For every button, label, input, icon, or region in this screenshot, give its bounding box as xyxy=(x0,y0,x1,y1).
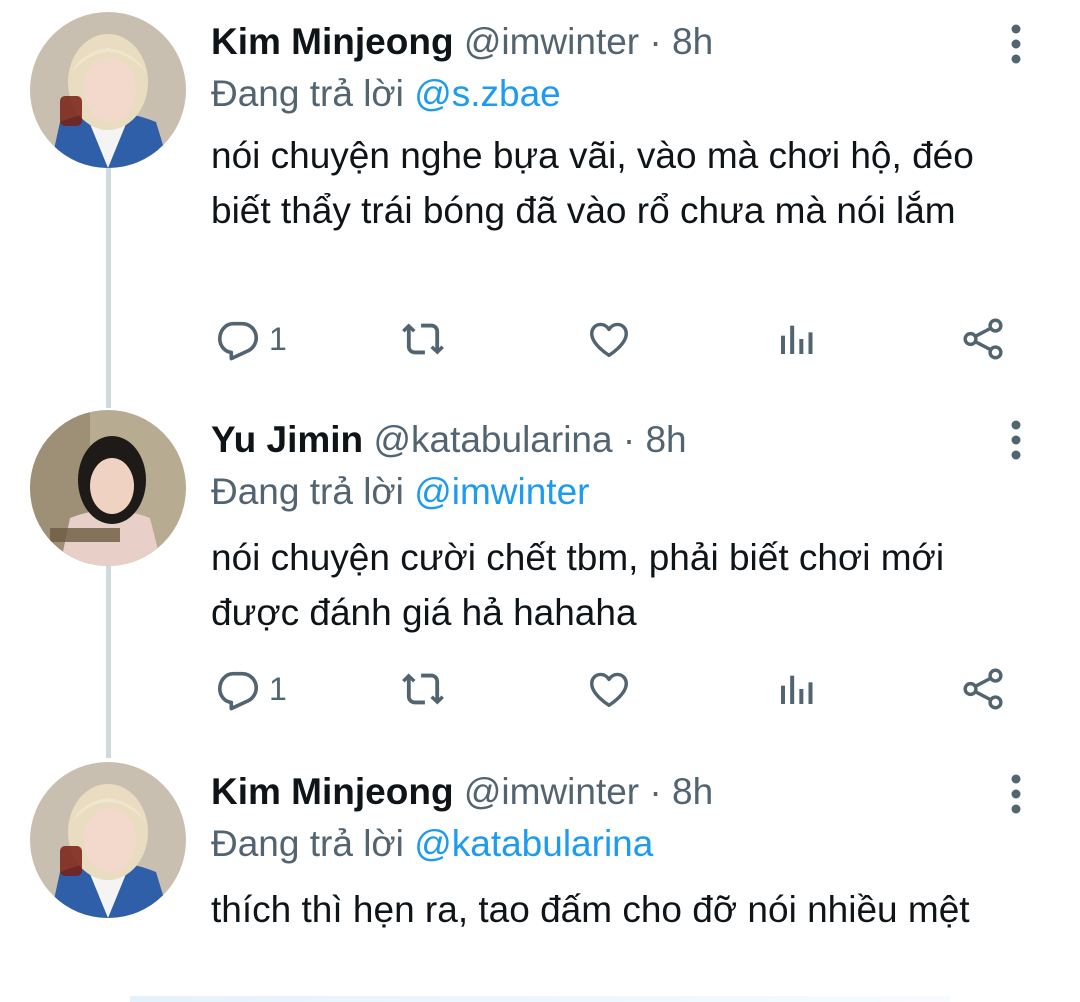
tweet[interactable]: Kim Minjeong @imwinter · 8h Đang trả lời… xyxy=(0,0,1080,392)
retweet-icon xyxy=(402,673,444,705)
views-icon xyxy=(781,325,813,354)
tweet[interactable]: Kim Minjeong @imwinter · 8h Đang trả lời… xyxy=(0,750,1080,1000)
avatar-image xyxy=(30,762,186,918)
tweet-actions: 1 xyxy=(211,664,1031,714)
avatar-image xyxy=(30,12,186,168)
share-icon xyxy=(963,318,1003,360)
reply-mention-link[interactable]: @katabularina xyxy=(414,823,653,864)
replying-to-label: Đang trả lời xyxy=(211,73,404,114)
avatar[interactable] xyxy=(30,762,186,918)
views-button[interactable] xyxy=(776,314,816,364)
avatar[interactable] xyxy=(30,12,186,168)
like-button[interactable] xyxy=(585,314,633,364)
reply-icon xyxy=(217,671,259,711)
reply-mention-link[interactable]: @s.zbae xyxy=(414,73,561,114)
timestamp[interactable]: 8h xyxy=(672,21,713,62)
tweet-actions: 1 xyxy=(211,314,1031,364)
display-name[interactable]: Yu Jimin xyxy=(211,419,363,460)
retweet-button[interactable] xyxy=(399,314,447,364)
replying-to: Đang trả lời @imwinter xyxy=(211,468,590,516)
more-vertical-icon[interactable] xyxy=(1002,22,1030,66)
like-icon xyxy=(590,322,628,358)
like-button[interactable] xyxy=(585,664,633,714)
tweet-text: nói chuyện nghe bựa vãi, vào mà chơi hộ,… xyxy=(211,135,974,231)
user-handle[interactable]: @imwinter xyxy=(464,21,639,62)
views-button[interactable] xyxy=(776,664,816,714)
reply-icon xyxy=(217,321,259,361)
display-name[interactable]: Kim Minjeong xyxy=(211,21,454,62)
reply-mention-link[interactable]: @imwinter xyxy=(414,471,589,512)
replying-to: Đang trả lời @s.zbae xyxy=(211,70,561,118)
reply-button[interactable]: 1 xyxy=(215,314,287,364)
timestamp[interactable]: 8h xyxy=(672,771,713,812)
more-vertical-icon[interactable] xyxy=(1002,418,1030,462)
share-icon xyxy=(963,668,1003,710)
tweet-header: Yu Jimin @katabularina · 8h xyxy=(211,416,687,464)
replying-to-label: Đang trả lời xyxy=(211,471,404,512)
user-handle[interactable]: @imwinter xyxy=(464,771,639,812)
retweet-button[interactable] xyxy=(399,664,447,714)
replying-to: Đang trả lời @katabularina xyxy=(211,820,653,868)
reply-count: 1 xyxy=(269,670,287,707)
retweet-icon xyxy=(402,323,444,355)
reply-button[interactable]: 1 xyxy=(215,664,287,714)
tweet-header: Kim Minjeong @imwinter · 8h xyxy=(211,768,713,816)
tweet-text: thích thì hẹn ra, tao đấm cho đỡ nói nhi… xyxy=(211,889,970,930)
display-name[interactable]: Kim Minjeong xyxy=(211,771,454,812)
tweet-text: nói chuyện cười chết tbm, phải biết chơi… xyxy=(211,537,945,633)
separator-dot: · xyxy=(622,419,636,460)
like-icon xyxy=(590,672,628,708)
user-handle[interactable]: @katabularina xyxy=(373,419,612,460)
tweet-header: Kim Minjeong @imwinter · 8h xyxy=(211,18,713,66)
avatar-image xyxy=(30,410,186,566)
share-button[interactable] xyxy=(959,314,1007,364)
replying-to-label: Đang trả lời xyxy=(211,823,404,864)
compose-edge xyxy=(130,996,950,1002)
views-icon xyxy=(781,675,813,704)
avatar[interactable] xyxy=(30,410,186,566)
timestamp[interactable]: 8h xyxy=(645,419,686,460)
tweet[interactable]: Yu Jimin @katabularina · 8h Đang trả lời… xyxy=(0,398,1080,746)
separator-dot: · xyxy=(649,771,662,812)
more-vertical-icon[interactable] xyxy=(1002,772,1030,816)
share-button[interactable] xyxy=(959,664,1007,714)
separator-dot: · xyxy=(649,21,662,62)
reply-count: 1 xyxy=(269,320,287,357)
